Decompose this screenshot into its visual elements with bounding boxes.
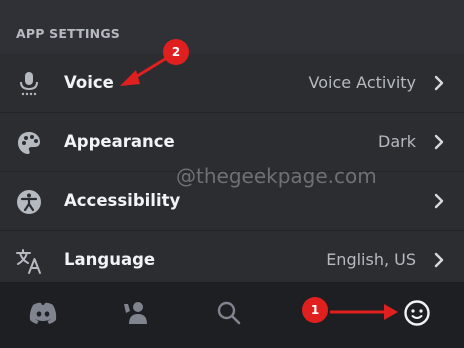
palette-icon bbox=[14, 128, 44, 158]
appearance-label: Appearance bbox=[64, 132, 175, 151]
chevron-right-icon bbox=[432, 75, 446, 91]
watermark: @thegeekpage.com bbox=[176, 164, 377, 188]
bottom-nav bbox=[0, 282, 464, 348]
language-value: English, US bbox=[326, 250, 416, 269]
friends-icon[interactable] bbox=[118, 296, 152, 330]
annotation-badge-2: 2 bbox=[163, 39, 189, 65]
accessibility-label: Accessibility bbox=[64, 191, 181, 210]
voice-value: Voice Activity bbox=[308, 73, 417, 92]
profile-icon[interactable] bbox=[400, 296, 434, 330]
accessibility-icon bbox=[14, 187, 44, 217]
language-label: Language bbox=[64, 250, 156, 269]
section-header: APP SETTINGS bbox=[16, 26, 121, 41]
annotation-badge-1: 1 bbox=[302, 297, 328, 323]
settings-row-voice[interactable]: Voice Voice Activity bbox=[0, 54, 464, 113]
chevron-right-icon bbox=[432, 134, 446, 150]
search-icon[interactable] bbox=[212, 296, 246, 330]
chevron-right-icon bbox=[432, 193, 446, 209]
translate-icon bbox=[14, 246, 44, 276]
appearance-value: Dark bbox=[378, 132, 416, 151]
microphone-icon bbox=[14, 69, 44, 99]
voice-label: Voice bbox=[64, 73, 114, 92]
discord-home-icon[interactable] bbox=[26, 296, 60, 330]
chevron-right-icon bbox=[432, 252, 446, 268]
